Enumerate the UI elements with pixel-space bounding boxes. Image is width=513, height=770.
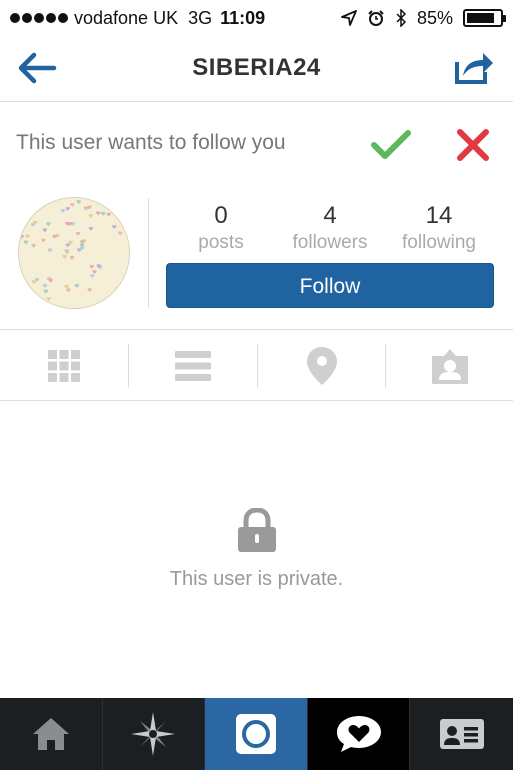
carrier-name: vodafone UK [74, 7, 179, 28]
stat-posts: 0 posts [166, 202, 276, 254]
battery-percent: 85% [416, 7, 453, 28]
clock-time: 11:09 [220, 7, 266, 28]
avatar [18, 197, 130, 309]
tab-map[interactable] [258, 330, 386, 402]
following-label: following [402, 232, 476, 253]
profile-username-title: SIBERIA24 [192, 54, 321, 81]
lock-icon [238, 508, 276, 552]
tab-explore[interactable] [103, 698, 206, 770]
profile-divider [148, 198, 149, 308]
following-count: 14 [425, 202, 453, 229]
navigation-bar: SIBERIA24 [0, 36, 513, 102]
location-arrow-icon [341, 10, 357, 26]
tab-camera[interactable] [205, 698, 308, 770]
followers-count: 4 [323, 202, 337, 229]
stat-followers[interactable]: 4 followers [275, 202, 385, 254]
tab-home[interactable] [0, 698, 103, 770]
camera-icon [235, 714, 276, 754]
follow-button[interactable]: Follow [166, 263, 494, 308]
profile-view-tabs [0, 329, 513, 401]
tab-news[interactable] [307, 698, 411, 770]
tagged-person-icon [432, 349, 468, 384]
x-icon[interactable] [454, 125, 492, 165]
network-type: 3G [188, 7, 213, 28]
list-icon [175, 351, 211, 381]
posts-count: 0 [214, 202, 228, 229]
follow-request-row: This user wants to follow you [0, 103, 513, 183]
profile-card-icon [439, 719, 484, 749]
followers-label: followers [292, 232, 368, 253]
signal-dots-icon [10, 13, 68, 23]
follow-request-text: This user wants to follow you [16, 131, 286, 154]
home-icon [32, 718, 69, 750]
battery-icon [463, 9, 506, 27]
checkmark-icon[interactable] [370, 125, 412, 165]
status-bar: vodafone UK 3G 11:09 85% [0, 0, 513, 36]
bottom-tab-bar [0, 698, 513, 770]
alarm-clock-icon [368, 10, 384, 26]
share-icon[interactable] [453, 48, 495, 86]
location-pin-icon [307, 347, 337, 385]
posts-label: posts [198, 232, 244, 253]
tab-tagged[interactable] [386, 330, 513, 402]
explore-star-icon [131, 712, 176, 756]
tab-profile[interactable] [410, 698, 513, 770]
grid-icon [48, 350, 80, 382]
news-heart-bubble-icon [336, 716, 381, 752]
stat-following[interactable]: 14 following [384, 202, 494, 254]
tab-list[interactable] [129, 330, 257, 402]
private-account-message: This user is private. [169, 568, 344, 590]
tab-grid[interactable] [0, 330, 128, 402]
heart-pattern-image [19, 198, 129, 308]
bluetooth-icon [396, 9, 407, 27]
